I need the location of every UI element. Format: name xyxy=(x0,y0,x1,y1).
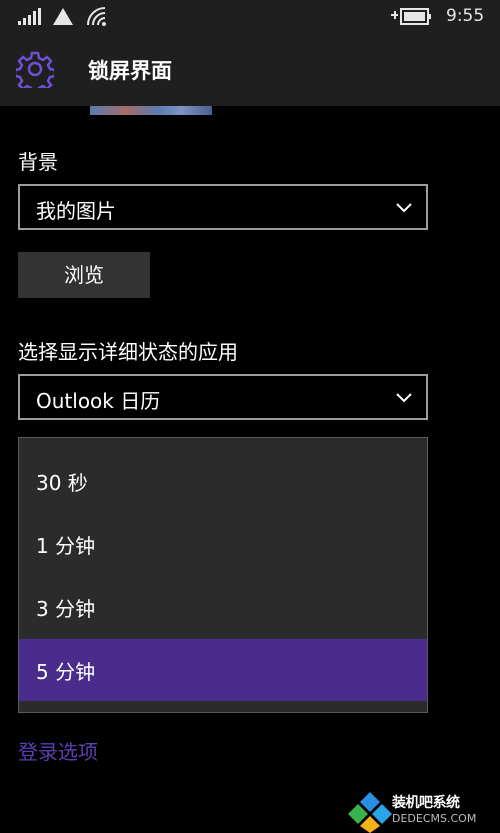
roaming-icon xyxy=(53,8,73,25)
status-bar: 9:55 xyxy=(0,0,500,34)
browse-button[interactable]: 浏览 xyxy=(18,252,150,298)
signal-strength-icon xyxy=(18,8,41,25)
dropdown-option-label: 30 秒 xyxy=(36,471,88,495)
dropdown-option-1min[interactable]: 1 分钟 xyxy=(19,513,427,575)
page-header: 锁屏界面 xyxy=(0,34,500,106)
timeout-dropdown-list: 30 秒 1 分钟 3 分钟 5 分钟 xyxy=(18,437,428,713)
chevron-down-icon xyxy=(396,393,412,403)
detailed-status-select[interactable]: Outlook 日历 xyxy=(18,374,428,420)
signin-options-link[interactable]: 登录选项 xyxy=(18,736,98,765)
dropdown-option-label: 5 分钟 xyxy=(36,660,96,684)
watermark-subtext: DEDECMS.COM xyxy=(392,812,477,825)
dropdown-option-3min[interactable]: 3 分钟 xyxy=(19,576,427,638)
clock-time: 9:55 xyxy=(446,6,485,26)
battery-charging-icon xyxy=(391,8,431,25)
dropdown-option-label: 3 分钟 xyxy=(36,597,96,621)
background-select-value: 我的图片 xyxy=(36,199,116,223)
background-label: 背景 xyxy=(18,150,58,174)
lockscreen-preview-image xyxy=(90,106,212,115)
wifi-icon xyxy=(87,7,106,26)
watermark-text: 装机吧系统 xyxy=(392,795,460,811)
detailed-status-select-value: Outlook 日历 xyxy=(36,389,161,413)
dropdown-option-label: 1 分钟 xyxy=(36,534,96,558)
chevron-down-icon xyxy=(396,203,412,213)
background-select[interactable]: 我的图片 xyxy=(18,184,428,230)
dropdown-option-5min-selected[interactable]: 5 分钟 xyxy=(19,639,427,701)
detailed-status-label: 选择显示详细状态的应用 xyxy=(18,340,238,364)
gear-icon xyxy=(16,51,54,88)
page-title: 锁屏界面 xyxy=(88,59,172,83)
dropdown-option-30s[interactable]: 30 秒 xyxy=(19,450,427,512)
